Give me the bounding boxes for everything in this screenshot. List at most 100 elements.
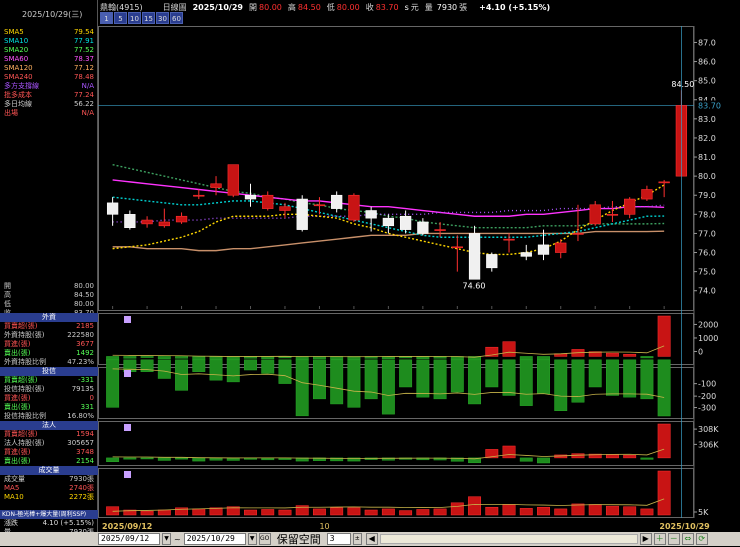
ma-value: 79.54 xyxy=(73,28,94,36)
foreign-key: 賣出(張) xyxy=(4,349,31,357)
scroll-left-icon[interactable]: ◀ xyxy=(365,533,378,545)
low-label: 低 xyxy=(326,2,335,12)
candle-body xyxy=(279,206,291,211)
foreign-bar xyxy=(502,341,516,357)
legal-bar xyxy=(209,457,223,461)
x-label-end: 2025/10/29 xyxy=(659,522,710,531)
trust-key: 投信持股比例 xyxy=(4,412,46,420)
price-tick-label: 87.0 xyxy=(698,38,716,47)
ohlc-row-1: 高 84.50 xyxy=(0,291,98,300)
reserve-space-input[interactable]: 3 xyxy=(326,533,351,545)
trust-bar xyxy=(330,359,344,405)
fit-view-icon[interactable]: ⇔ xyxy=(681,533,694,545)
ma-key: SMA60 xyxy=(4,55,29,63)
from-date-dropdown-icon[interactable]: ▼ xyxy=(162,533,171,545)
trust-key: 買進(張) xyxy=(4,394,31,402)
candle-body xyxy=(555,242,567,253)
chart-date: 2025/10/29 xyxy=(192,2,243,12)
foreign-key: 外資持股比例 xyxy=(4,358,46,366)
legal-bar xyxy=(106,457,120,462)
legal-tick-label: 308K xyxy=(698,425,719,434)
period-5-button[interactable]: 5 xyxy=(114,12,127,24)
trust-bar xyxy=(226,359,240,383)
ohlc-key: 低 xyxy=(4,300,11,308)
info-panel: 2025/10/29(三) SMA5 79.54 SMA10 77.91 SMA20 77… xyxy=(0,0,98,536)
candle-body xyxy=(417,221,429,234)
trust-bar xyxy=(244,359,257,371)
foreign-bar xyxy=(157,356,171,359)
horizontal-scrollbar[interactable] xyxy=(379,534,638,544)
volume-bar xyxy=(485,506,499,516)
period-30-button[interactable]: 30 xyxy=(156,12,169,24)
legal-row-0: 買賣超(張) 1594 xyxy=(0,430,98,439)
price-tick-label: 86.0 xyxy=(698,58,716,67)
volume-bar xyxy=(192,508,206,516)
trust-value: 79135 xyxy=(71,385,94,393)
ma-value: 77.91 xyxy=(73,37,94,45)
candle-body xyxy=(227,164,239,196)
foreign-row-3: 賣出(張) 1492 xyxy=(0,349,98,358)
price-tick-label: 85.0 xyxy=(698,77,716,86)
ma-list: SMA5 79.54 SMA10 77.91 SMA20 77.52 SMA60 78.37 S… xyxy=(0,28,98,118)
candle-body xyxy=(141,219,153,225)
trust-value: 331 xyxy=(80,403,94,411)
candle-body xyxy=(486,254,498,269)
trust-bar xyxy=(433,359,447,400)
x-axis-area xyxy=(98,518,694,532)
ma-key: SMA20 xyxy=(4,46,29,54)
foreign-value: 222580 xyxy=(67,331,94,339)
kd-key: 漲跌 xyxy=(4,519,18,527)
foreign-row-1: 外資持股(張) 222580 xyxy=(0,331,98,340)
price-tick-label: 78.0 xyxy=(698,210,716,219)
foreign-bar xyxy=(140,356,154,358)
legal-bar xyxy=(640,457,654,460)
foreign-bar xyxy=(175,356,189,359)
trust-bar xyxy=(312,359,326,400)
reserve-space-stepper-icon[interactable]: ± xyxy=(352,533,362,545)
trust-bar xyxy=(399,359,413,388)
period-60-button[interactable]: 60 xyxy=(170,12,183,24)
refresh-icon[interactable]: ⟳ xyxy=(695,533,708,545)
from-date-input[interactable]: 2025/09/12 xyxy=(98,533,160,545)
trust-key: 賣出(張) xyxy=(4,403,31,411)
foreign-tick-label: 1000 xyxy=(698,334,718,343)
foreign-value: 2185 xyxy=(76,322,94,330)
trust-bar xyxy=(278,359,292,384)
last-price-label: 83.70 xyxy=(698,101,721,110)
zoom-out-icon[interactable]: － xyxy=(667,533,680,545)
trust-bar xyxy=(588,359,602,388)
foreign-tick-label: 0 xyxy=(698,347,703,356)
candle-body xyxy=(572,233,584,235)
ma-key: 多日均線 xyxy=(4,100,32,108)
volume-value: 7930 xyxy=(436,2,458,12)
volume-bar xyxy=(519,508,533,516)
foreign-bar xyxy=(640,356,654,359)
candle-body xyxy=(124,214,136,229)
low-value: 80.00 xyxy=(336,2,360,12)
foreign-value: 1492 xyxy=(76,349,94,357)
ohlc-value: 84.50 xyxy=(73,291,94,299)
volume-bar xyxy=(433,508,447,516)
candle-body xyxy=(348,194,360,221)
ma-key: 多方支撐線 xyxy=(4,82,39,90)
period-15-button[interactable]: 15 xyxy=(142,12,155,24)
open-label: 開 xyxy=(248,2,257,12)
to-date-dropdown-icon[interactable]: ▼ xyxy=(247,533,257,545)
stock-chart[interactable]: 87.086.085.084.083.082.081.080.079.078.0… xyxy=(98,26,740,532)
legal-bar xyxy=(519,457,533,462)
period-1-button[interactable]: 1 xyxy=(100,12,113,24)
volume-bar xyxy=(140,510,154,516)
candle-body xyxy=(210,183,222,188)
top-bar: 鼎翰(4915) 日線圖 2025/10/29 開 80.00 高 84.50 低8… xyxy=(98,0,740,26)
trust-bar xyxy=(295,359,309,417)
apply-date-button[interactable]: GO xyxy=(258,533,271,545)
to-date-input[interactable]: 2025/10/29 xyxy=(183,533,246,545)
price-tick-label: 74.0 xyxy=(698,287,716,296)
scroll-right-icon[interactable]: ▶ xyxy=(639,533,652,545)
legal-row-2: 買進(張) 3748 xyxy=(0,448,98,457)
zoom-in-icon[interactable]: ＋ xyxy=(653,533,666,545)
period-10-button[interactable]: 10 xyxy=(128,12,141,24)
close-value: 83.70 xyxy=(375,2,399,12)
candle-body xyxy=(537,244,550,255)
ma-value: 77.52 xyxy=(73,46,94,54)
